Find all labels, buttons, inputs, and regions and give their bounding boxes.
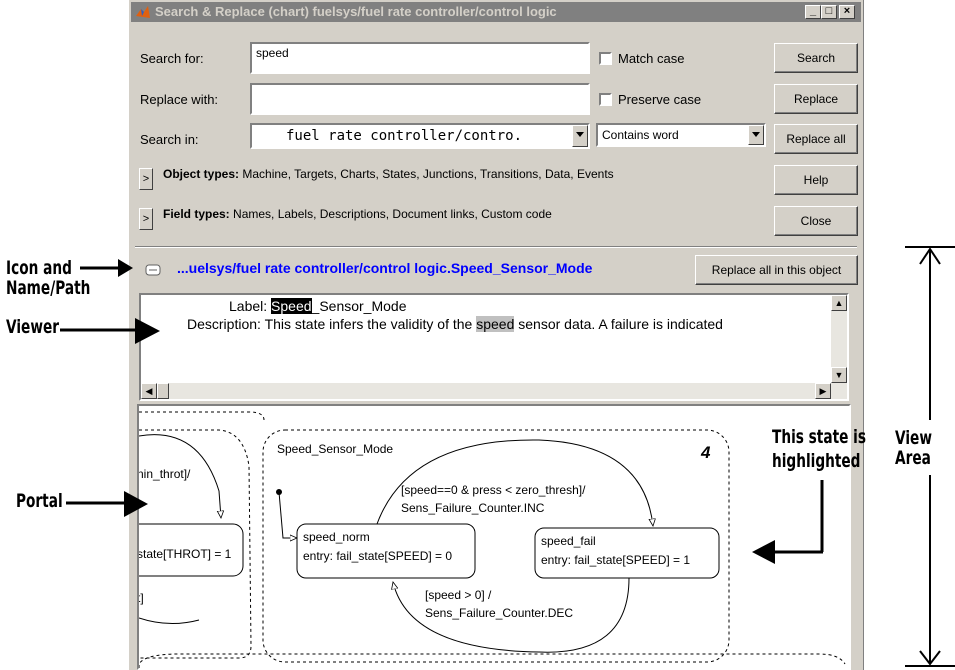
arrow-head-icon: [135, 318, 160, 344]
arrow-head-icon: [124, 491, 148, 517]
annotation-arrows: [60, 246, 955, 667]
arrow-head-icon: [118, 259, 133, 277]
arrow-head-icon: [752, 540, 775, 564]
